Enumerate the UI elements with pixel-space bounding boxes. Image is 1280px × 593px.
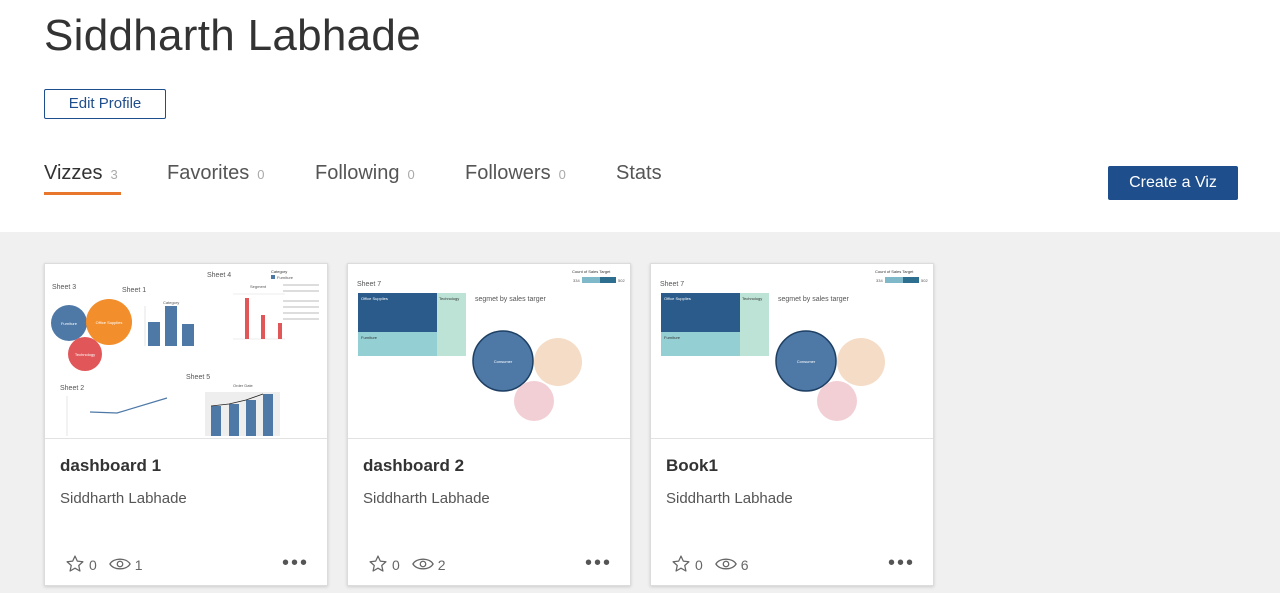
legend-max: 502 — [921, 278, 928, 283]
bubble-label: Consumer — [494, 359, 513, 364]
bubble-label: Consumer — [797, 359, 816, 364]
viz-thumbnail[interactable]: Sheet 7 Count of Sales Target 334 502 Of… — [651, 264, 933, 439]
tab-following[interactable]: Following 0 — [315, 162, 415, 185]
tab-vizzes[interactable]: Vizzes 3 — [44, 162, 121, 195]
bar — [229, 404, 239, 436]
thumb-label: Sheet 5 — [186, 374, 210, 381]
bar — [263, 394, 273, 436]
legend-item: Furniture — [277, 275, 294, 280]
treemap-cell — [740, 293, 769, 356]
tab-label: Stats — [616, 162, 662, 184]
bar — [245, 298, 249, 339]
tab-stats[interactable]: Stats — [616, 162, 662, 185]
more-options-button[interactable]: ••• — [888, 553, 915, 573]
edit-profile-button[interactable]: Edit Profile — [44, 89, 166, 119]
star-icon[interactable] — [368, 554, 388, 577]
legend-min: 334 — [573, 278, 580, 283]
create-viz-button[interactable]: Create a Viz — [1108, 166, 1238, 200]
viz-thumbnail[interactable]: Sheet 7 Count of Sales Target 334 502 Of… — [348, 264, 630, 439]
bubble — [514, 381, 554, 421]
legend-title: Count of Sales Target — [572, 269, 611, 274]
thumb-label: segmet by sales targer — [475, 296, 546, 303]
treemap-label: Office Supplies — [361, 296, 388, 301]
viz-thumbnail[interactable]: Sheet 3 Sheet 1 Sheet 4 Sheet 2 Sheet 5 … — [45, 264, 327, 439]
favorite-count: 0 — [695, 557, 703, 573]
active-tab-underline — [44, 192, 121, 195]
bubble — [837, 338, 885, 386]
treemap-label: Furniture — [361, 335, 378, 340]
favorite-count: 0 — [392, 557, 400, 573]
star-icon[interactable] — [671, 554, 691, 577]
tab-label: Favorites — [167, 162, 250, 184]
tab-label: Vizzes — [44, 162, 103, 184]
more-options-button[interactable]: ••• — [282, 553, 309, 573]
thumb-label: Sheet 2 — [60, 385, 84, 392]
viz-stats: 0 1 — [65, 554, 155, 576]
bar — [246, 400, 256, 436]
thumb-label: Order Date — [233, 383, 254, 388]
dashboard-thumbnail-image: Sheet 3 Sheet 1 Sheet 4 Sheet 2 Sheet 5 … — [45, 264, 327, 438]
treemap-label: Office Supplies — [664, 296, 691, 301]
favorite-count: 0 — [89, 557, 97, 573]
profile-name: Siddharth Labhade — [44, 11, 421, 60]
tab-followers[interactable]: Followers 0 — [465, 162, 566, 185]
eye-icon — [714, 556, 737, 575]
tab-favorites[interactable]: Favorites 0 — [167, 162, 264, 185]
bar — [182, 324, 194, 346]
tab-count: 3 — [110, 167, 118, 182]
eye-icon — [108, 556, 131, 575]
viz-gallery: Sheet 3 Sheet 1 Sheet 4 Sheet 2 Sheet 5 … — [0, 232, 1280, 593]
dashboard-thumbnail-image: Sheet 7 Count of Sales Target 334 502 Of… — [348, 264, 630, 438]
viz-title[interactable]: dashboard 1 — [60, 456, 161, 476]
view-count: 6 — [740, 557, 749, 573]
thumb-label: Category — [163, 300, 179, 305]
tab-count: 0 — [407, 167, 415, 182]
treemap-cell — [437, 293, 466, 356]
thumb-label: Sheet 7 — [660, 281, 684, 288]
bar — [211, 406, 221, 436]
bubble — [817, 381, 857, 421]
bar — [165, 306, 177, 346]
viz-card[interactable]: Sheet 3 Sheet 1 Sheet 4 Sheet 2 Sheet 5 … — [44, 263, 328, 586]
viz-card[interactable]: Sheet 7 Count of Sales Target 334 502 Of… — [347, 263, 631, 586]
thumb-label: Sheet 1 — [122, 287, 146, 294]
view-count: 2 — [437, 557, 446, 573]
bar — [261, 315, 265, 339]
thumb-label: Sheet 3 — [52, 284, 76, 291]
thumb-label: Segment — [250, 284, 267, 289]
view-count: 1 — [134, 557, 143, 573]
viz-stats: 0 2 — [368, 554, 458, 576]
bubble-label: Furniture — [61, 321, 78, 326]
viz-author[interactable]: Siddharth Labhade — [60, 490, 187, 507]
bubble-label: Office Supplies — [96, 320, 123, 325]
thumb-label: Sheet 4 — [207, 272, 231, 279]
tab-label: Followers — [465, 162, 551, 184]
legend-title: Count of Sales Target — [875, 269, 914, 274]
viz-card[interactable]: Sheet 7 Count of Sales Target 334 502 Of… — [650, 263, 934, 586]
legend-max: 502 — [618, 278, 625, 283]
treemap-label: Furniture — [664, 335, 681, 340]
treemap-label: Technology — [742, 296, 762, 301]
viz-stats: 0 6 — [671, 554, 761, 576]
treemap-label: Technology — [439, 296, 459, 301]
bubble — [534, 338, 582, 386]
viz-title[interactable]: Book1 — [666, 456, 718, 476]
bubble-label: Technology — [75, 352, 95, 357]
tab-count: 0 — [257, 167, 265, 182]
legend-min: 334 — [876, 278, 883, 283]
bar — [148, 322, 160, 346]
viz-author[interactable]: Siddharth Labhade — [363, 490, 490, 507]
thumb-label: Sheet 7 — [357, 281, 381, 288]
star-icon[interactable] — [65, 554, 85, 577]
thumb-label: segmet by sales targer — [778, 296, 849, 303]
dashboard-thumbnail-image: Sheet 7 Count of Sales Target 334 502 Of… — [651, 264, 933, 438]
tab-count: 0 — [558, 167, 566, 182]
viz-author[interactable]: Siddharth Labhade — [666, 490, 793, 507]
viz-title[interactable]: dashboard 2 — [363, 456, 464, 476]
eye-icon — [411, 556, 434, 575]
tab-label: Following — [315, 162, 400, 184]
bar — [278, 323, 282, 339]
legend-title: Category — [271, 269, 287, 274]
more-options-button[interactable]: ••• — [585, 553, 612, 573]
